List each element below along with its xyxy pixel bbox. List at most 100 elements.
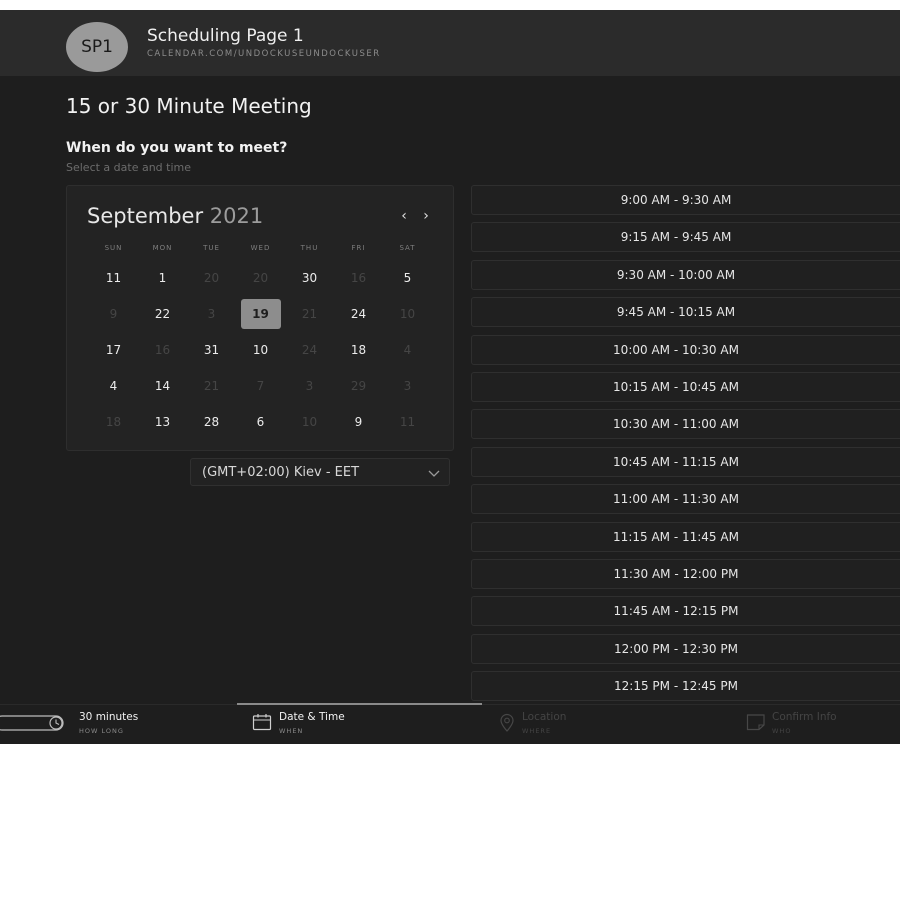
step-location[interactable]: Location WHERE bbox=[497, 705, 697, 744]
time-slot-button[interactable]: 11:00 AM - 11:30 AM bbox=[471, 484, 900, 515]
calendar-day-cell: 18 bbox=[334, 332, 383, 368]
calendar-day[interactable]: 10 bbox=[241, 335, 281, 365]
weekday-label: MON bbox=[152, 244, 173, 252]
calendar-day[interactable]: 17 bbox=[94, 335, 134, 365]
calendar-day[interactable]: 18 bbox=[339, 335, 379, 365]
calendar-day-unavailable: 7 bbox=[256, 379, 265, 393]
calendar-day-cell: 21 bbox=[285, 296, 334, 332]
calendar-day-selected[interactable]: 19 bbox=[240, 299, 281, 329]
time-slot-button[interactable]: 12:15 PM - 12:45 PM bbox=[471, 671, 900, 702]
calendar-day[interactable]: 24 bbox=[339, 299, 379, 329]
step-date-time-sub: WHEN bbox=[279, 727, 304, 735]
time-slot-button[interactable]: 9:45 AM - 10:15 AM bbox=[471, 297, 900, 328]
calendar-day[interactable]: 31 bbox=[192, 335, 232, 365]
time-slot-button[interactable]: 9:30 AM - 10:00 AM bbox=[471, 259, 900, 290]
calendar-day[interactable]: 28 bbox=[192, 407, 232, 437]
step-confirm-info-sub: WHO bbox=[772, 727, 792, 735]
calendar-day-cell: 10 bbox=[236, 332, 285, 368]
meeting-title: 15 or 30 Minute Meeting bbox=[66, 94, 312, 118]
calendar-day-unavailable: 29 bbox=[350, 379, 367, 393]
time-slot-button[interactable]: 11:30 AM - 12:00 PM bbox=[471, 558, 900, 589]
calendar-day[interactable]: 6 bbox=[241, 407, 281, 437]
time-slot-button[interactable]: 11:45 AM - 12:15 PM bbox=[471, 596, 900, 627]
next-month-button[interactable]: › bbox=[419, 206, 433, 226]
weekday-label: TUE bbox=[203, 244, 220, 252]
calendar-day-cell: 11 bbox=[89, 260, 138, 296]
step-confirm-info[interactable]: Confirm Info WHO bbox=[744, 705, 900, 744]
time-slot-button[interactable]: 10:45 AM - 11:15 AM bbox=[471, 446, 900, 477]
calendar-day[interactable]: 13 bbox=[143, 407, 183, 437]
calendar-day-cell: 7 bbox=[236, 368, 285, 404]
calendar-day-unavailable: 3 bbox=[403, 379, 412, 393]
calendar-day-cell: 10 bbox=[285, 404, 334, 440]
calendar-day-cell: 21 bbox=[187, 368, 236, 404]
time-slot-button[interactable]: 9:00 AM - 9:30 AM bbox=[471, 185, 900, 215]
calendar-day-cell: 20 bbox=[236, 260, 285, 296]
calendar-day-cell: 5 bbox=[383, 260, 432, 296]
calendar-day-cell: 30 bbox=[285, 260, 334, 296]
calendar-day-cell: 24 bbox=[285, 332, 334, 368]
calendar-day[interactable]: 1 bbox=[143, 263, 183, 293]
time-slot-button[interactable]: 12:00 PM - 12:30 PM bbox=[471, 633, 900, 664]
calendar-day-cell: 16 bbox=[138, 332, 187, 368]
step-location-sub: WHERE bbox=[522, 727, 552, 735]
calendar-day[interactable]: 14 bbox=[143, 371, 183, 401]
avatar: SP1 bbox=[66, 22, 128, 72]
step-location-label: Location bbox=[522, 711, 567, 723]
previous-month-button[interactable]: ‹ bbox=[397, 206, 411, 226]
calendar-day-cell: 29 bbox=[334, 368, 383, 404]
calendar-day-cell: 18 bbox=[89, 404, 138, 440]
calendar-day[interactable]: 11 bbox=[94, 263, 134, 293]
step-date-time-label: Date & Time bbox=[279, 711, 345, 723]
calendar-day-cell: 24 bbox=[334, 296, 383, 332]
calendar-day-cell: 20 bbox=[187, 260, 236, 296]
calendar-day-cell: 22 bbox=[138, 296, 187, 332]
calendar-day-cell: 9 bbox=[89, 296, 138, 332]
calendar-day-cell: 4 bbox=[383, 332, 432, 368]
calendar-day-unavailable: 16 bbox=[154, 343, 171, 357]
time-slot-button[interactable]: 11:15 AM - 11:45 AM bbox=[471, 521, 900, 552]
timezone-select[interactable]: (GMT+02:00) Kiev - EET bbox=[190, 458, 450, 486]
calendar-day-cell: 16 bbox=[334, 260, 383, 296]
calendar-day-cell: 14 bbox=[138, 368, 187, 404]
weekday-label: THU bbox=[300, 244, 319, 252]
date-prompt-title: When do you want to meet? bbox=[66, 140, 288, 156]
step-navigation-bar: 30 minutes HOW LONG Date & Time WHEN Loc… bbox=[0, 703, 900, 744]
calendar-day-cell: 31 bbox=[187, 332, 236, 368]
calendar-day-cell: 28 bbox=[187, 404, 236, 440]
timezone-value: (GMT+02:00) Kiev - EET bbox=[202, 465, 360, 480]
calendar-day-unavailable: 4 bbox=[403, 343, 412, 357]
step-date-time[interactable]: Date & Time WHEN bbox=[250, 705, 450, 744]
weekday-label: SUN bbox=[104, 244, 123, 252]
calendar-day[interactable]: 5 bbox=[388, 263, 428, 293]
calendar-day-cell: 17 bbox=[89, 332, 138, 368]
date-prompt-subtitle: Select a date and time bbox=[66, 161, 192, 174]
calendar-day-cell: 3 bbox=[187, 296, 236, 332]
calendar-month-heading: September 2021 bbox=[87, 204, 263, 228]
calendar-year: 2021 bbox=[209, 204, 264, 228]
calendar-day[interactable]: 30 bbox=[290, 263, 330, 293]
calendar-day[interactable]: 9 bbox=[339, 407, 379, 437]
calendar-day-cell: 3 bbox=[383, 368, 432, 404]
step-duration-label: 30 minutes bbox=[79, 711, 139, 723]
step-confirm-info-label: Confirm Info bbox=[772, 711, 837, 723]
calendar-day-unavailable: 9 bbox=[109, 307, 118, 321]
calendar-day-grid: 11 1 20 20 30 16 5 9 22 3 19 21 24 10 17 16 31 10 24 18 4 4 14… bbox=[89, 260, 433, 440]
scheduling-page-name: Scheduling Page 1 bbox=[147, 26, 304, 46]
weekday-label: SAT bbox=[399, 244, 416, 252]
time-slot-button[interactable]: 10:15 AM - 10:45 AM bbox=[471, 371, 900, 402]
calendar-day[interactable]: 4 bbox=[94, 371, 134, 401]
calendar-day-cell: 10 bbox=[383, 296, 432, 332]
calendar-day-cell: 19 bbox=[236, 296, 285, 332]
time-slot-button[interactable]: 10:00 AM - 10:30 AM bbox=[471, 334, 900, 365]
calendar-day-unavailable: 10 bbox=[399, 307, 416, 321]
weekday-label: WED bbox=[250, 244, 271, 252]
calendar-day-cell: 3 bbox=[285, 368, 334, 404]
calendar-day[interactable]: 22 bbox=[143, 299, 183, 329]
time-slot-button[interactable]: 10:30 AM - 11:00 AM bbox=[471, 409, 900, 440]
calendar-day-cell: 11 bbox=[383, 404, 432, 440]
calendar-day-unavailable: 3 bbox=[305, 379, 314, 393]
time-slot-button[interactable]: 9:15 AM - 9:45 AM bbox=[471, 222, 900, 253]
calendar-day-unavailable: 21 bbox=[203, 379, 220, 393]
step-duration[interactable]: 30 minutes HOW LONG bbox=[0, 705, 200, 744]
